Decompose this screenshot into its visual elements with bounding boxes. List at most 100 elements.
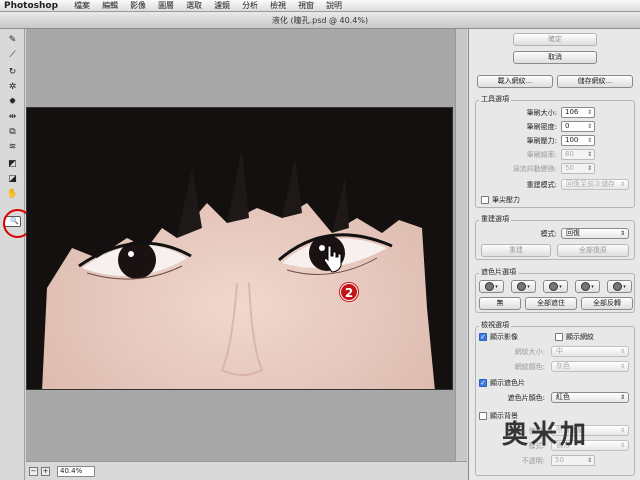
- menu-image[interactable]: 影像: [124, 0, 152, 11]
- mask-mode-buttons: ▾ ▾ ▾ ▾ ▾: [479, 280, 635, 293]
- restore-all-button[interactable]: 全部復原: [557, 244, 629, 257]
- brush-rate-label: 筆刷頻率:: [526, 151, 557, 159]
- check-icon[interactable]: ✓: [479, 379, 487, 387]
- watermark-logo: 奥米加: [502, 420, 590, 450]
- checkbox-box[interactable]: [479, 412, 487, 420]
- stylus-pressure-checkbox[interactable]: 筆尖壓力: [481, 195, 520, 205]
- mesh-color-label: 網紋顏色:: [514, 363, 545, 371]
- brush-pressure-field[interactable]: 100 ⇕: [561, 135, 595, 146]
- menu-bar: Photoshop 檔案 編輯 影像 圖層 選取 濾鏡 分析 檢視 視窗 說明: [0, 0, 640, 12]
- show-image-checkbox[interactable]: ✓ 顯示影像: [479, 332, 518, 342]
- mask-color-select[interactable]: 紅色 ⇕: [551, 392, 629, 403]
- brush-size-field[interactable]: 106 ⇕: [561, 107, 595, 118]
- mesh-size-select[interactable]: 中 ⇕: [551, 346, 629, 357]
- reconstruct-mode2-value: 回復: [566, 229, 580, 237]
- save-mesh-button[interactable]: 儲存網紋...: [557, 75, 633, 88]
- stepper-icon: ⇕: [586, 151, 592, 158]
- reconstruct-options-title: 重建選項: [479, 214, 511, 224]
- menu-edit[interactable]: 編輯: [96, 0, 124, 11]
- options-panel: 確定 取消 載入網紋... 儲存網紋... 工具選項 筆刷大小: 106 ⇕ 筆刷…: [468, 29, 640, 480]
- brush-density-field[interactable]: 0 ⇕: [561, 121, 595, 132]
- thaw-mask-tool-icon[interactable]: ◪: [4, 172, 21, 186]
- mirror-tool-icon[interactable]: ⧉: [4, 125, 21, 139]
- brush-density-value: 0: [565, 122, 570, 130]
- checkbox-box[interactable]: [481, 196, 489, 204]
- menu-view[interactable]: 檢視: [264, 0, 292, 11]
- eyes-image: [27, 108, 452, 389]
- mask-color-label: 遮色片顏色:: [507, 394, 545, 402]
- eye-photo[interactable]: [26, 107, 453, 390]
- mesh-color-select[interactable]: 灰色 ⇕: [551, 361, 629, 372]
- mesh-size-value: 中: [556, 347, 563, 355]
- stepper-icon: ⇕: [586, 123, 592, 130]
- menu-filter[interactable]: 濾鏡: [208, 0, 236, 11]
- opacity-field[interactable]: 50 ⇕: [551, 455, 595, 466]
- twirl-tool-icon[interactable]: ↻: [4, 65, 21, 79]
- ok-button[interactable]: 確定: [513, 33, 597, 46]
- reconstruct-mode-select[interactable]: 回復至前次儲存 ⇕: [561, 179, 629, 190]
- mask-none-button[interactable]: 無: [479, 297, 521, 310]
- reconstruct-mode-label: 重建模式:: [526, 181, 557, 189]
- menu-file[interactable]: 檔案: [68, 0, 96, 11]
- menu-analysis[interactable]: 分析: [236, 0, 264, 11]
- menu-help[interactable]: 說明: [320, 0, 348, 11]
- chevron-down-icon: ⇕: [619, 363, 625, 370]
- mesh-color-value: 灰色: [556, 362, 570, 370]
- mask-options-title: 遮色片選項: [479, 267, 518, 277]
- hand-tool-icon[interactable]: ✋: [4, 187, 21, 201]
- chevron-down-icon: ⇕: [619, 181, 625, 188]
- chevron-down-icon: ⇕: [619, 394, 625, 401]
- forward-warp-tool-icon[interactable]: ✎: [4, 33, 21, 47]
- check-icon[interactable]: ✓: [479, 333, 487, 341]
- push-left-tool-icon[interactable]: ⇹: [4, 110, 21, 124]
- menu-select[interactable]: 選取: [180, 0, 208, 11]
- annotation-badge-2: 2: [340, 283, 358, 301]
- reconstruct-tool-icon[interactable]: ⟋: [4, 48, 21, 62]
- menu-window[interactable]: 視窗: [292, 0, 320, 11]
- mask-intersect-icon[interactable]: ▾: [575, 280, 600, 293]
- brush-size-value: 106: [565, 108, 579, 116]
- mask-replace-icon[interactable]: ▾: [479, 280, 504, 293]
- app-name[interactable]: Photoshop: [0, 1, 68, 11]
- invert-all-button[interactable]: 全部反轉: [581, 297, 633, 310]
- stepper-icon: ⇕: [586, 457, 592, 464]
- zoom-bar: − + 40.4%: [26, 461, 467, 480]
- show-image-label: 顯示影像: [490, 333, 518, 341]
- vertical-scrollbar[interactable]: [455, 29, 467, 461]
- bloat-tool-icon[interactable]: ✹: [4, 95, 21, 109]
- turbulence-tool-icon[interactable]: ≋: [4, 140, 21, 154]
- show-mesh-checkbox[interactable]: 顯示網紋: [555, 332, 594, 342]
- reconstruct-button[interactable]: 重建: [481, 244, 551, 257]
- brush-density-label: 筆刷密度:: [526, 123, 557, 131]
- mask-add-icon[interactable]: ▾: [511, 280, 536, 293]
- brush-rate-field[interactable]: 80 ⇕: [561, 149, 595, 160]
- window-title: 液化 (瞳孔.psd @ 40.4%): [0, 12, 640, 29]
- turbulent-jitter-label: 渦流抖動變換:: [512, 165, 557, 173]
- mask-invert-icon[interactable]: ▾: [607, 280, 632, 293]
- show-mesh-label: 顯示網紋: [566, 333, 594, 341]
- show-mask-label: 顯示遮色片: [490, 379, 525, 387]
- show-mask-checkbox[interactable]: ✓ 顯示遮色片: [479, 378, 525, 388]
- tool-options-title: 工具選項: [479, 94, 511, 104]
- load-mesh-button[interactable]: 載入網紋...: [477, 75, 553, 88]
- mask-subtract-icon[interactable]: ▾: [543, 280, 568, 293]
- zoom-in-button[interactable]: +: [41, 466, 50, 476]
- freeze-mask-tool-icon[interactable]: ◩: [4, 157, 21, 171]
- brush-size-label: 筆刷大小:: [526, 109, 557, 117]
- turbulent-jitter-field[interactable]: 50 ⇕: [561, 163, 595, 174]
- turbulent-jitter-value: 50: [565, 164, 574, 172]
- reconstruct-mode2-label: 模式:: [540, 230, 557, 238]
- menu-layer[interactable]: 圖層: [152, 0, 180, 11]
- mask-all-button[interactable]: 全部遮住: [525, 297, 577, 310]
- zoom-level-field[interactable]: 40.4%: [57, 465, 95, 477]
- preview-canvas[interactable]: [26, 29, 467, 461]
- pucker-tool-icon[interactable]: ✲: [4, 80, 21, 94]
- reconstruct-mode2-select[interactable]: 回復 ⇕: [561, 228, 629, 239]
- view-options-title: 檢視選項: [479, 320, 511, 330]
- cancel-button[interactable]: 取消: [513, 51, 597, 64]
- tool-column: ✎ ⟋ ↻ ✲ ✹ ⇹ ⧉ ≋ ◩ ◪ ✋ 🔍: [0, 29, 32, 480]
- zoom-out-button[interactable]: −: [29, 466, 38, 476]
- checkbox-box[interactable]: [555, 333, 563, 341]
- chevron-down-icon: ⇕: [619, 230, 625, 237]
- brush-pressure-label: 筆刷壓力:: [526, 137, 557, 145]
